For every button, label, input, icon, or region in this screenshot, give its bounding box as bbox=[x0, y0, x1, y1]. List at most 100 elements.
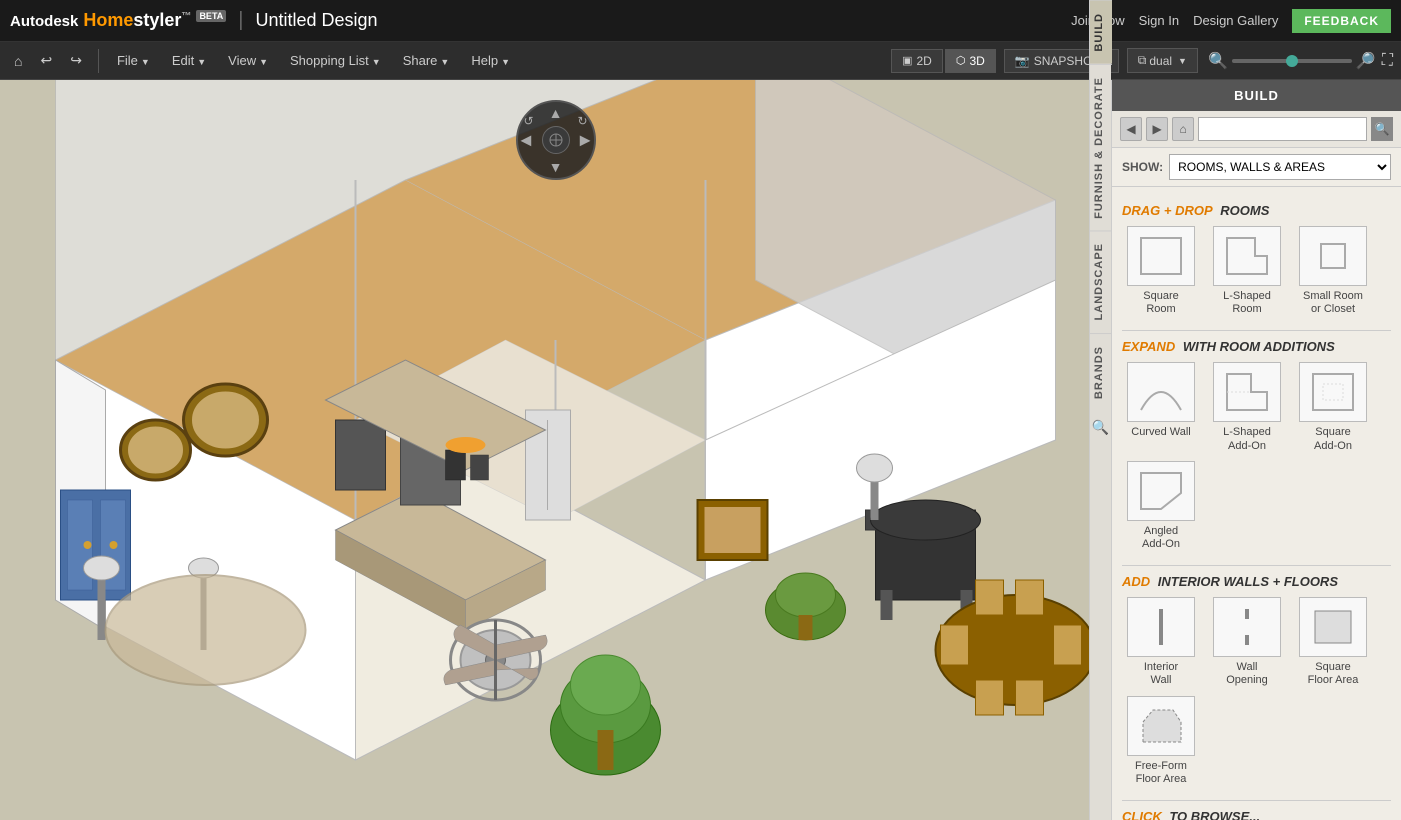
l-shaped-room-icon bbox=[1213, 226, 1281, 286]
expand-rooms-grid: Curved Wall L-ShapedAdd-On bbox=[1122, 362, 1391, 551]
browse-section-header: CLICK TO BROWSE... bbox=[1122, 809, 1391, 820]
square-addon-icon bbox=[1299, 362, 1367, 422]
nav-forward-button[interactable]: ▶ bbox=[1146, 117, 1168, 141]
l-shaped-room-card[interactable]: L-ShapedRoom bbox=[1208, 226, 1286, 316]
freeform-floor-card[interactable]: Free-FormFloor Area bbox=[1122, 696, 1200, 786]
nav-left-button[interactable]: ◀ bbox=[521, 132, 532, 149]
curved-wall-card[interactable]: Curved Wall bbox=[1122, 362, 1200, 452]
share-menu[interactable]: Share▼ bbox=[395, 49, 458, 72]
panel-header[interactable]: BUILD bbox=[1112, 80, 1401, 111]
rotate-right-button[interactable]: ↻ bbox=[577, 114, 587, 128]
angled-addon-card[interactable]: AngledAdd-On bbox=[1122, 461, 1200, 551]
view-3d-button[interactable]: ⬡ 3D bbox=[945, 49, 996, 73]
side-tabs: BUILD FURNISH & DECORATE LANDSCAPE BRAND… bbox=[1089, 0, 1111, 820]
file-menu[interactable]: File▼ bbox=[109, 49, 158, 72]
main-toolbar: ⌂ ↩ ↪ File▼ Edit▼ View▼ Shopping List▼ S… bbox=[0, 42, 1401, 80]
small-room-icon bbox=[1299, 226, 1367, 286]
navigation-controller[interactable]: ↺ ↻ ▲ ▼ ◀ ▶ bbox=[516, 100, 596, 180]
design-title: Untitled Design bbox=[255, 10, 377, 31]
rotate-left-button[interactable]: ↺ bbox=[524, 114, 534, 128]
fullscreen-button[interactable]: ⛶ bbox=[1382, 52, 1393, 70]
nav-down-button[interactable]: ▼ bbox=[549, 159, 563, 175]
brands-tab[interactable]: BRANDS bbox=[1090, 333, 1112, 411]
angled-addon-label: AngledAdd-On bbox=[1142, 525, 1180, 551]
feedback-button[interactable]: FEEDBACK bbox=[1292, 9, 1391, 33]
2d-icon: ▣ bbox=[902, 54, 912, 67]
curved-wall-icon bbox=[1127, 362, 1195, 422]
nav-up-button[interactable]: ▲ bbox=[549, 105, 563, 121]
interior-wall-card[interactable]: InteriorWall bbox=[1122, 597, 1200, 687]
beta-badge: BETA bbox=[196, 10, 226, 22]
view-2d-button[interactable]: ▣ 2D bbox=[891, 49, 943, 73]
build-tab[interactable]: BUILD bbox=[1090, 0, 1112, 64]
square-floor-label: SquareFloor Area bbox=[1308, 661, 1359, 687]
l-shaped-room-label: L-ShapedRoom bbox=[1223, 290, 1271, 316]
trademark-symbol: ™ bbox=[181, 11, 191, 22]
freeform-floor-icon bbox=[1127, 696, 1195, 756]
layers-icon: ⧉ bbox=[1138, 53, 1147, 68]
l-shaped-addon-label: L-ShapedAdd-On bbox=[1223, 426, 1271, 452]
top-right-links: Join Now Sign In Design Gallery FEEDBACK bbox=[1071, 9, 1391, 33]
top-navigation: Autodesk Homestyler™ BETA | Untitled Des… bbox=[0, 0, 1401, 42]
help-menu[interactable]: Help▼ bbox=[463, 49, 518, 72]
autodesk-text: Autodesk bbox=[10, 13, 78, 30]
search-tab-icon[interactable]: 🔍 bbox=[1092, 419, 1109, 436]
furnish-decorate-tab[interactable]: FURNISH & DECORATE bbox=[1090, 64, 1112, 231]
design-gallery-link[interactable]: Design Gallery bbox=[1193, 13, 1278, 28]
l-shaped-addon-card[interactable]: L-ShapedAdd-On bbox=[1208, 362, 1286, 452]
square-room-icon bbox=[1127, 226, 1195, 286]
wall-opening-label: WallOpening bbox=[1226, 661, 1268, 687]
home-text: Home bbox=[83, 10, 133, 30]
section-divider-3 bbox=[1122, 800, 1391, 801]
square-floor-card[interactable]: SquareFloor Area bbox=[1294, 597, 1372, 687]
sign-in-link[interactable]: Sign In bbox=[1139, 13, 1179, 28]
panel-search-button[interactable]: 🔍 bbox=[1371, 117, 1393, 141]
curved-wall-label: Curved Wall bbox=[1131, 426, 1191, 439]
show-select[interactable]: ROOMS, WALLS & AREAS EVERYTHING ROOMS ON… bbox=[1169, 154, 1391, 180]
nav-ring: ↺ ↻ ▲ ▼ ◀ ▶ bbox=[516, 100, 596, 180]
wall-opening-card[interactable]: WallOpening bbox=[1208, 597, 1286, 687]
zoom-slider[interactable] bbox=[1232, 59, 1352, 63]
panel-search-input[interactable] bbox=[1198, 117, 1367, 141]
camera-icon: 📷 bbox=[1015, 54, 1030, 68]
section-divider-1 bbox=[1122, 330, 1391, 331]
zoom-out-button[interactable]: 🔍 bbox=[1208, 51, 1228, 71]
redo-button[interactable]: ↪ bbox=[64, 48, 88, 73]
interior-walls-section-header: ADD INTERIOR WALLS + FLOORS bbox=[1122, 574, 1391, 589]
zoom-in-button[interactable]: 🔎 bbox=[1356, 51, 1376, 71]
toolbar-separator bbox=[98, 49, 99, 73]
square-addon-label: SquareAdd-On bbox=[1314, 426, 1352, 452]
interior-wall-icon bbox=[1127, 597, 1195, 657]
app-logo: Autodesk Homestyler™ BETA bbox=[10, 10, 226, 31]
shopping-list-menu[interactable]: Shopping List▼ bbox=[282, 49, 389, 72]
expand-section-header: EXPAND WITH ROOM ADDITIONS bbox=[1122, 339, 1391, 354]
panel-content: DRAG + DROP ROOMS SquareRoom L-S bbox=[1112, 187, 1401, 820]
view-menu[interactable]: View▼ bbox=[220, 49, 276, 72]
show-row: SHOW: ROOMS, WALLS & AREAS EVERYTHING RO… bbox=[1112, 148, 1401, 187]
styler-text: styler bbox=[133, 10, 181, 30]
landscape-tab[interactable]: LANDSCAPE bbox=[1090, 230, 1112, 332]
wall-opening-icon bbox=[1213, 597, 1281, 657]
interior-wall-label: InteriorWall bbox=[1144, 661, 1178, 687]
nav-center[interactable] bbox=[542, 126, 570, 154]
freeform-floor-label: Free-FormFloor Area bbox=[1135, 760, 1187, 786]
small-room-label: Small Roomor Closet bbox=[1303, 290, 1363, 316]
l-shaped-addon-icon bbox=[1213, 362, 1281, 422]
nav-home-button[interactable]: ⌂ bbox=[1172, 117, 1194, 141]
3d-viewport[interactable]: ↺ ↻ ▲ ▼ ◀ ▶ bbox=[0, 80, 1111, 820]
interior-walls-grid: InteriorWall WallOpening bbox=[1122, 597, 1391, 786]
edit-menu[interactable]: Edit▼ bbox=[164, 49, 214, 72]
nav-back-button[interactable]: ◀ bbox=[1120, 117, 1142, 141]
title-divider: | bbox=[238, 9, 243, 32]
right-panel: BUILD ◀ ▶ ⌂ 🔍 SHOW: ROOMS, WALLS & AREAS… bbox=[1111, 80, 1401, 820]
square-addon-card[interactable]: SquareAdd-On bbox=[1294, 362, 1372, 452]
nav-right-button[interactable]: ▶ bbox=[580, 132, 591, 149]
view-toggle-group: ▣ 2D ⬡ 3D 📷 SNAPSHOTS ⧉ dual ▼ 🔍 🔎 ⛶ bbox=[891, 48, 1393, 73]
drag-drop-rooms-grid: SquareRoom L-ShapedRoom Small Roomor Clo… bbox=[1122, 226, 1391, 316]
home-button[interactable]: ⌂ bbox=[8, 49, 28, 73]
dual-view-button[interactable]: ⧉ dual ▼ bbox=[1127, 48, 1198, 73]
show-label: SHOW: bbox=[1122, 160, 1163, 174]
square-room-card[interactable]: SquareRoom bbox=[1122, 226, 1200, 316]
undo-button[interactable]: ↩ bbox=[34, 48, 58, 73]
small-room-card[interactable]: Small Roomor Closet bbox=[1294, 226, 1372, 316]
